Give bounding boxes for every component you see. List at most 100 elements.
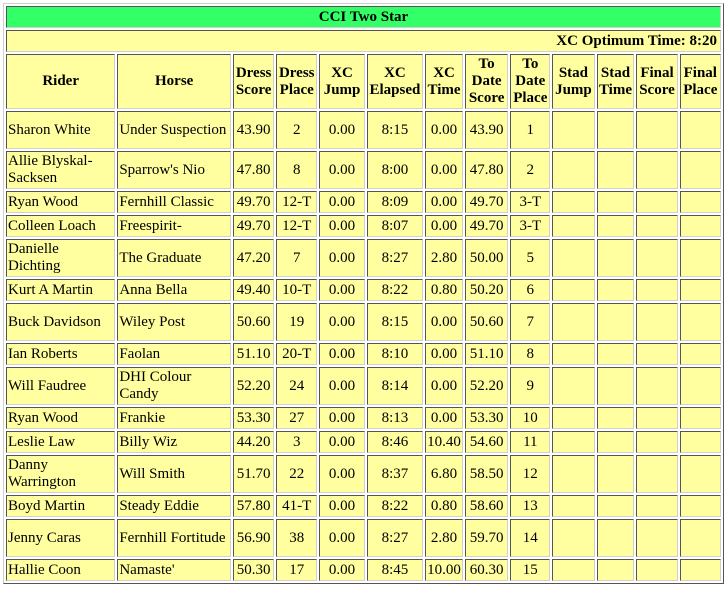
cell-xc-elapsed: 8:45 — [366, 559, 424, 581]
cell-final-place — [679, 519, 721, 557]
cell-to-date-place: 11 — [510, 431, 551, 453]
table-row: Ryan Wood Fernhill Classic 49.70 12-T 0.00 8:… — [6, 191, 721, 213]
column-header-label: Final — [640, 64, 674, 81]
cell-stad-jump — [552, 279, 595, 301]
cell-stad-time — [596, 455, 635, 493]
column-header-label: Score — [468, 90, 505, 106]
cell-rider: Colleen Loach — [6, 215, 116, 237]
column-header-rider: Rider — [6, 54, 116, 109]
cell-xc-jump: 0.00 — [319, 303, 365, 341]
cell-rider: Danny Warrington — [6, 455, 116, 493]
cell-stad-jump — [552, 559, 595, 581]
cell-xc-time: 2.80 — [425, 519, 463, 557]
cell-final-score — [636, 495, 678, 517]
column-header-label: Dress — [235, 64, 272, 81]
cell-xc-time: 0.00 — [425, 303, 463, 341]
column-header-label: Elapsed — [369, 81, 421, 98]
cell-xc-time: 0.00 — [425, 407, 463, 429]
title-row: CCI Two Star — [6, 6, 721, 28]
cell-horse: Steady Eddie — [117, 495, 232, 517]
cell-stad-time — [596, 215, 635, 237]
cell-dress-place: 27 — [276, 407, 318, 429]
cell-horse: Faolan — [117, 343, 232, 365]
cell-stad-jump — [552, 343, 595, 365]
cell-dress-score: 43.90 — [233, 111, 275, 149]
cell-to-date-place: 8 — [510, 343, 551, 365]
column-header-label: XC — [384, 64, 406, 81]
cell-dress-score: 44.20 — [233, 431, 275, 453]
cell-xc-elapsed: 8:10 — [366, 343, 424, 365]
cell-final-score — [636, 239, 678, 277]
cell-rider: Danielle Dichting — [6, 239, 116, 277]
cell-final-place — [679, 559, 721, 581]
cell-final-score — [636, 111, 678, 149]
cell-rider: Leslie Law — [6, 431, 116, 453]
cell-xc-time: 10.40 — [425, 431, 463, 453]
table-row: Kurt A Martin Anna Bella 49.40 10-T 0.00 8:22… — [6, 279, 721, 301]
cell-xc-jump: 0.00 — [319, 407, 365, 429]
cell-final-score — [636, 431, 678, 453]
cell-dress-place: 24 — [276, 367, 318, 405]
cell-final-place — [679, 215, 721, 237]
cell-dress-place: 3 — [276, 431, 318, 453]
cell-xc-elapsed: 8:13 — [366, 407, 424, 429]
cell-stad-time — [596, 519, 635, 557]
column-header-horse: Horse — [117, 54, 232, 109]
cell-stad-jump — [552, 239, 595, 277]
column-header-label: Date — [515, 73, 546, 89]
cell-horse: Fernhill Classic — [117, 191, 232, 213]
cell-dress-score: 57.80 — [233, 495, 275, 517]
cell-horse: Under Suspection — [117, 111, 232, 149]
cell-stad-jump — [552, 151, 595, 189]
results-table: CCI Two Star XC Optimum Time: 8:20 Rider… — [3, 3, 724, 584]
column-header-label: Place — [683, 81, 718, 98]
cell-xc-jump: 0.00 — [319, 279, 365, 301]
cell-dress-score: 51.10 — [233, 343, 275, 365]
cell-to-date-place: 10 — [510, 407, 551, 429]
cell-xc-jump: 0.00 — [319, 343, 365, 365]
cell-xc-elapsed: 8:46 — [366, 431, 424, 453]
cell-rider: Hallie Coon — [6, 559, 116, 581]
cell-final-score — [636, 519, 678, 557]
cell-horse: Frankie — [117, 407, 232, 429]
cell-to-date-place: 3-T — [510, 215, 551, 237]
cell-rider: Ian Roberts — [6, 343, 116, 365]
column-header-label: Final — [683, 64, 717, 81]
optimum-row: XC Optimum Time: 8:20 — [6, 30, 721, 52]
column-header-label: Time — [427, 81, 461, 98]
cell-rider: Allie Blyskal-Sacksen — [6, 151, 116, 189]
table-row: Danielle Dichting The Graduate 47.20 7 0.00 8… — [6, 239, 721, 277]
cell-final-place — [679, 343, 721, 365]
column-header-label: To — [522, 56, 539, 72]
cell-to-date-place: 3-T — [510, 191, 551, 213]
results-body: Sharon White Under Suspection 43.90 2 0.00 8:… — [6, 111, 721, 581]
cell-horse: Fernhill Fortitude — [117, 519, 232, 557]
cell-stad-time — [596, 279, 635, 301]
column-header-label: Stad — [558, 64, 589, 81]
table-row: Boyd Martin Steady Eddie 57.80 41-T 0.00 8:22… — [6, 495, 721, 517]
cell-xc-jump: 0.00 — [319, 191, 365, 213]
cell-xc-time: 0.80 — [425, 279, 463, 301]
cell-xc-elapsed: 8:09 — [366, 191, 424, 213]
cell-final-place — [679, 111, 721, 149]
cell-to-date-place: 7 — [510, 303, 551, 341]
cell-stad-time — [596, 151, 635, 189]
cell-stad-time — [596, 559, 635, 581]
cell-dress-place: 20-T — [276, 343, 318, 365]
cell-xc-elapsed: 8:37 — [366, 455, 424, 493]
cell-dress-score: 49.40 — [233, 279, 275, 301]
cell-stad-time — [596, 495, 635, 517]
cell-stad-time — [596, 239, 635, 277]
results-page: CCI Two Star XC Optimum Time: 8:20 Rider… — [3, 3, 724, 584]
cell-dress-score: 50.60 — [233, 303, 275, 341]
cell-to-date-score: 59.70 — [464, 519, 509, 557]
column-header-label: Place — [279, 81, 314, 98]
cell-to-date-score: 54.60 — [464, 431, 509, 453]
cell-to-date-place: 13 — [510, 495, 551, 517]
cell-rider: Boyd Martin — [6, 495, 116, 517]
cell-dress-score: 47.20 — [233, 239, 275, 277]
column-header-label: Jump — [323, 81, 361, 98]
table-row: Allie Blyskal-Sacksen Sparrow's Nio 47.80 8… — [6, 151, 721, 189]
cell-to-date-score: 53.30 — [464, 407, 509, 429]
table-row: Hallie Coon Namaste' 50.30 17 0.00 8:45 10.00 6… — [6, 559, 721, 581]
